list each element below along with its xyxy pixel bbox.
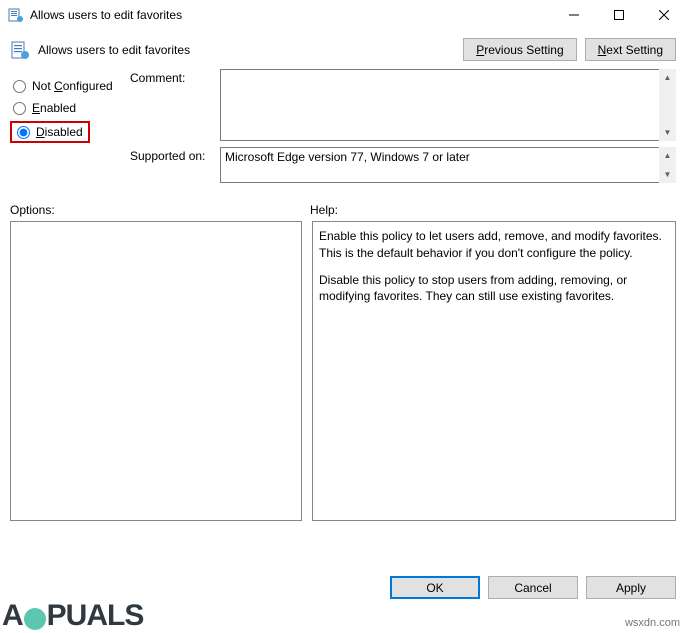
- options-pane: [10, 221, 302, 521]
- supported-scrollbar[interactable]: ▲ ▼: [659, 147, 676, 183]
- cancel-button[interactable]: Cancel: [488, 576, 578, 599]
- radio-not-configured-label: Not Configured: [32, 79, 113, 93]
- scroll-down-icon: ▼: [659, 166, 676, 183]
- logo-circle-icon: [24, 608, 46, 630]
- radio-not-configured[interactable]: Not Configured: [10, 75, 130, 97]
- minimize-button[interactable]: [551, 0, 596, 29]
- radio-enabled[interactable]: Enabled: [10, 97, 130, 119]
- state-radios: Not Configured Enabled Disabled: [10, 69, 130, 189]
- radio-disabled-label: Disabled: [36, 125, 83, 139]
- scroll-up-icon: ▲: [659, 147, 676, 164]
- policy-title: Allows users to edit favorites: [38, 43, 463, 57]
- supported-on-value: Microsoft Edge version 77, Windows 7 or …: [220, 147, 676, 183]
- close-button[interactable]: [641, 0, 686, 29]
- lower-panes: Enable this policy to let users add, rem…: [0, 221, 686, 521]
- help-pane: Enable this policy to let users add, rem…: [312, 221, 676, 521]
- window-title: Allows users to edit favorites: [30, 8, 551, 22]
- previous-setting-button[interactable]: Previous Setting: [463, 38, 576, 61]
- help-label: Help:: [310, 203, 676, 217]
- header-row: Allows users to edit favorites Previous …: [0, 30, 686, 65]
- comment-textarea[interactable]: [220, 69, 676, 141]
- supported-on-label: Supported on:: [130, 147, 220, 183]
- app-icon: [8, 7, 24, 23]
- next-setting-button[interactable]: Next Setting: [585, 38, 676, 61]
- maximize-button[interactable]: [596, 0, 641, 29]
- lower-labels: Options: Help:: [0, 189, 686, 221]
- scroll-down-icon: ▼: [659, 124, 676, 141]
- next-label-rest: ext Setting: [606, 43, 663, 57]
- options-label: Options:: [10, 203, 310, 217]
- ok-button[interactable]: OK: [390, 576, 480, 599]
- watermark-logo: APUALS: [0, 601, 143, 633]
- radio-enabled-label: Enabled: [32, 101, 76, 115]
- scroll-up-icon: ▲: [659, 69, 676, 86]
- fields-area: Comment: ▲ ▼ Supported on: Microsoft Edg…: [130, 69, 676, 189]
- window-controls: [551, 0, 686, 29]
- radio-not-configured-input[interactable]: [13, 80, 26, 93]
- radio-disabled-input[interactable]: [17, 126, 30, 139]
- help-paragraph-2: Disable this policy to stop users from a…: [319, 272, 669, 306]
- comment-scrollbar[interactable]: ▲ ▼: [659, 69, 676, 141]
- apply-button[interactable]: Apply: [586, 576, 676, 599]
- comment-label: Comment:: [130, 69, 220, 141]
- policy-icon: [10, 40, 30, 60]
- radio-enabled-input[interactable]: [13, 102, 26, 115]
- radio-disabled[interactable]: Disabled: [10, 121, 90, 143]
- title-bar: Allows users to edit favorites: [0, 0, 686, 30]
- help-paragraph-1: Enable this policy to let users add, rem…: [319, 228, 669, 262]
- watermark-url: wsxdn.com: [625, 617, 680, 629]
- prev-label-rest: revious Setting: [484, 43, 563, 57]
- config-area: Not Configured Enabled Disabled Comment:…: [0, 65, 686, 189]
